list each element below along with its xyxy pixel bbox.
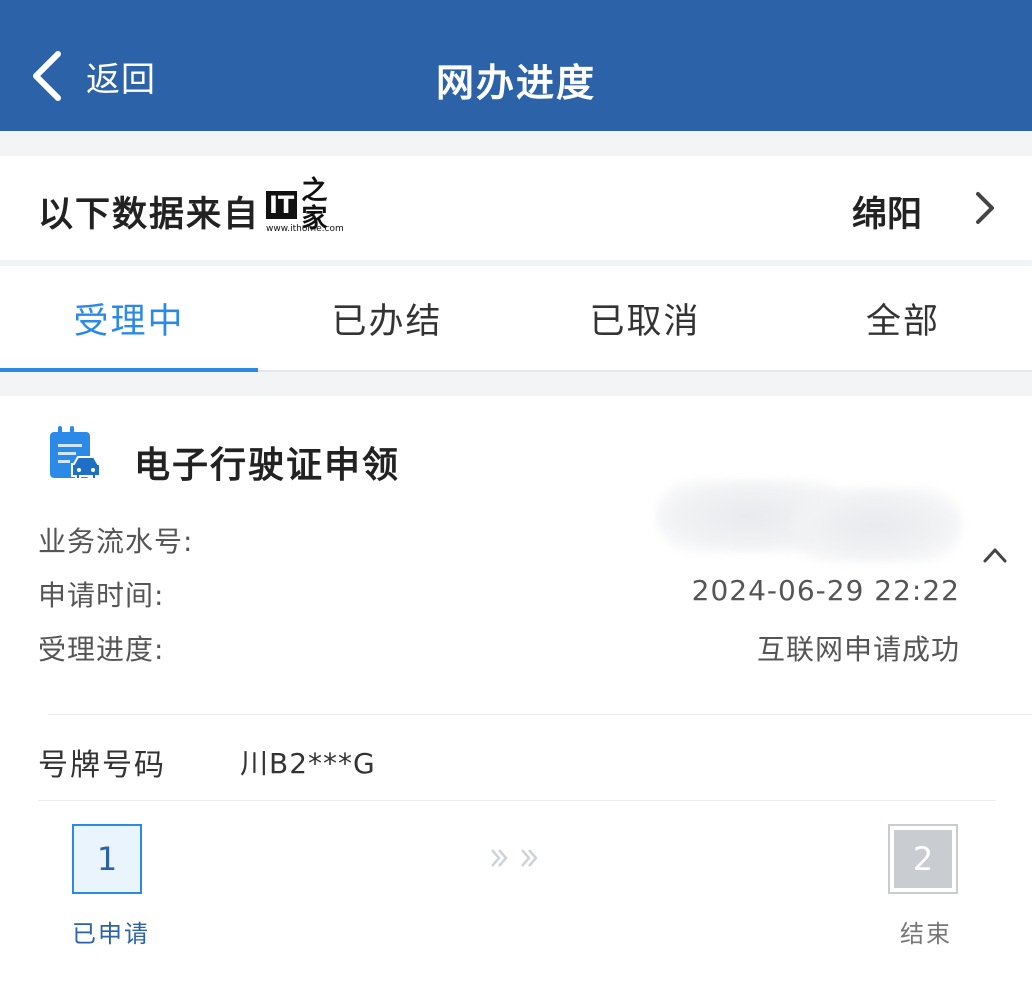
city-selector-value[interactable]: 绵阳 bbox=[852, 186, 922, 237]
document-car-icon bbox=[50, 426, 101, 480]
app-header: 返回 网办进度 bbox=[0, 0, 1032, 131]
progress-label: 受理进度: bbox=[38, 633, 165, 666]
step-1-number: 1 bbox=[96, 840, 118, 878]
progress-value: 互联网申请成功 bbox=[756, 633, 960, 666]
ithome-watermark: IT 之家 www.ithome.com bbox=[266, 177, 348, 240]
tab-completed[interactable]: 已办结 bbox=[258, 266, 516, 370]
step-2-box: 2 bbox=[888, 824, 958, 894]
watermark-it: IT bbox=[266, 191, 298, 219]
tab-all[interactable]: 全部 bbox=[774, 266, 1032, 370]
divider bbox=[38, 800, 996, 801]
apply-time-value: 2024-06-29 22:22 bbox=[691, 574, 960, 607]
chevron-up-icon[interactable] bbox=[982, 546, 1008, 564]
step-1-label: 已申请 bbox=[72, 920, 150, 948]
data-source-text: 以下数据来自 bbox=[38, 195, 261, 235]
serial-number-label: 业务流水号: bbox=[38, 525, 194, 558]
redacted-serial-number-part bbox=[790, 488, 962, 562]
card-title: 电子行驶证申领 bbox=[134, 445, 401, 486]
apply-time-label: 申请时间: bbox=[38, 579, 165, 612]
step-1-box: 1 bbox=[72, 824, 142, 894]
step-2-inner: 2 bbox=[894, 830, 952, 888]
plate-number-value: 川B2***G bbox=[240, 747, 376, 780]
step-2-number: 2 bbox=[912, 840, 934, 878]
step-2-label: 结束 bbox=[900, 920, 952, 948]
divider bbox=[48, 714, 1032, 715]
chevron-right-icon[interactable] bbox=[974, 190, 996, 226]
page-title: 网办进度 bbox=[435, 61, 596, 105]
double-chevron-right-icon bbox=[491, 849, 538, 867]
status-tabs: 受理中 已办结 已取消 全部 bbox=[0, 266, 1032, 372]
watermark-url: www.ithome.com bbox=[266, 224, 344, 234]
tab-processing[interactable]: 受理中 bbox=[0, 266, 258, 372]
plate-number-label: 号牌号码 bbox=[38, 748, 166, 783]
tab-cancelled[interactable]: 已取消 bbox=[516, 266, 774, 370]
application-card: 电子行驶证申领 业务流水号: 申请时间: 2024-06-29 22:22 受理… bbox=[0, 396, 1032, 1005]
data-source-bar[interactable]: 以下数据来自 绵阳 bbox=[0, 156, 1032, 260]
